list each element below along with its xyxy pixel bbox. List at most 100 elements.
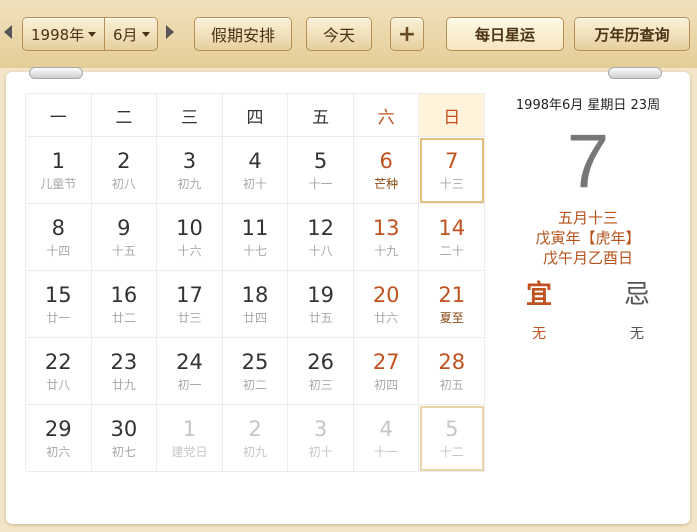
day-cell[interactable]: 3 初十: [288, 405, 354, 472]
day-cell[interactable]: 20 廿六: [353, 271, 420, 338]
day-cell[interactable]: 10 十六: [157, 204, 223, 271]
yi-label: 宜: [525, 280, 552, 310]
holiday-schedule-button[interactable]: 假期安排: [194, 17, 292, 51]
day-cell[interactable]: 23 廿九: [91, 338, 158, 405]
week-row: 1 儿童节 2 初八 3 初九 4 初十 5 十一 6 芒种 7 十三: [26, 137, 486, 204]
next-month-arrow-icon[interactable]: [166, 25, 174, 39]
lunar-day-label: 夏至: [439, 311, 464, 325]
day-cell[interactable]: 26 初三: [288, 338, 354, 405]
day-cell[interactable]: 12 十八: [288, 204, 354, 271]
lunar-day-label: 廿一: [46, 311, 71, 325]
big-day-number: 7: [566, 119, 610, 204]
day-cell[interactable]: 5 十一: [288, 137, 354, 204]
day-cell[interactable]: 4 初十: [222, 137, 289, 204]
ji-label: 忌: [623, 280, 650, 310]
ji-value: 无: [630, 326, 644, 342]
lunar-day-label: 十一: [374, 445, 399, 459]
day-number: 4: [379, 417, 393, 441]
day-number: 3: [182, 149, 197, 173]
day-number: 20: [372, 283, 400, 307]
plus-icon[interactable]: +: [390, 17, 424, 51]
tab-daily-horoscope[interactable]: 每日星运: [446, 17, 564, 51]
day-number: 13: [372, 216, 400, 240]
year-dropdown[interactable]: 1998年: [23, 18, 105, 50]
lunar-day-label: 初九: [243, 445, 268, 459]
day-cell[interactable]: 1 儿童节: [26, 137, 92, 204]
lunar-day-label: 初七: [111, 445, 136, 459]
today-button[interactable]: 今天: [306, 17, 372, 51]
day-number: 22: [44, 350, 72, 374]
prev-month-arrow-icon[interactable]: [4, 25, 12, 39]
lunar-day-label: 廿三: [177, 311, 202, 325]
day-number: 1: [51, 149, 65, 173]
day-number: 23: [110, 350, 138, 374]
lunar-day-label: 十一: [308, 177, 333, 191]
day-number: 21: [438, 283, 466, 307]
weekday-header-cell: 二: [91, 94, 158, 137]
day-info-panel: 1998年6月 星期日 23周 7 五月十三 戊寅年【虎年】 戊午月乙酉日 宜 …: [490, 96, 686, 343]
lunar-day-label: 建党日: [171, 445, 208, 459]
day-cell[interactable]: 19 廿五: [288, 271, 354, 338]
lunar-day-label: 十三: [439, 177, 464, 191]
day-number: 8: [51, 216, 65, 240]
tab-almanac-search[interactable]: 万年历查询: [574, 17, 690, 51]
year-month-selector: 1998年 6月: [22, 17, 158, 51]
lunar-day-label: 初二: [243, 378, 268, 392]
lunar-day-label: 二十: [439, 244, 464, 258]
day-cell[interactable]: 27 初四: [353, 338, 420, 405]
day-cell[interactable]: 11 十七: [222, 204, 289, 271]
day-number: 11: [241, 216, 269, 240]
day-cell[interactable]: 21 夏至: [419, 271, 486, 338]
toolbar: 1998年 6月 假期安排 今天 + 每日星运 万年历查询: [0, 0, 697, 68]
day-cell[interactable]: 13 十九: [353, 204, 420, 271]
day-number: 1: [182, 417, 197, 441]
day-number: 7: [445, 149, 459, 173]
day-number: 9: [117, 216, 131, 240]
day-cell[interactable]: 16 廿二: [91, 271, 158, 338]
month-value: 6月: [113, 25, 138, 44]
day-cell[interactable]: 7 十三: [419, 137, 486, 204]
day-number: 2: [117, 149, 131, 173]
day-number: 6: [379, 149, 393, 173]
chevron-down-icon: [88, 31, 97, 37]
day-cell[interactable]: 3 初九: [157, 137, 223, 204]
day-cell[interactable]: 30 初七: [91, 405, 158, 472]
lunar-date: 五月十三: [557, 209, 618, 227]
lunar-day-label: 廿六: [374, 311, 399, 325]
yi-ji-values: 无 无: [490, 323, 686, 343]
day-cell[interactable]: 24 初一: [157, 338, 223, 405]
day-cell[interactable]: 15 廿一: [26, 271, 92, 338]
day-cell[interactable]: 5 十二: [419, 405, 486, 472]
day-number: 30: [110, 417, 138, 441]
calendar-grid: 一二三四五六日 1 儿童节 2 初八 3 初九 4 初十 5 十一 6 芒种 7 十三 8 十四 9 十五 10 十六…: [25, 93, 486, 472]
day-cell[interactable]: 2 初九: [222, 405, 289, 472]
day-cell[interactable]: 28 初五: [419, 338, 486, 405]
day-cell[interactable]: 2 初八: [91, 137, 158, 204]
day-cell[interactable]: 22 廿八: [26, 338, 92, 405]
day-number: 16: [110, 283, 138, 307]
day-cell[interactable]: 1 建党日: [157, 405, 223, 472]
day-number: 26: [307, 350, 334, 374]
day-cell[interactable]: 29 初六: [26, 405, 92, 472]
paper-clip-icon: [608, 67, 662, 79]
day-cell[interactable]: 18 廿四: [222, 271, 289, 338]
day-number: 18: [241, 283, 269, 307]
yi-value: 无: [532, 326, 546, 342]
calendar-weeks: 1 儿童节 2 初八 3 初九 4 初十 5 十一 6 芒种 7 十三 8 十四 9 十五 10 十六 11 十七 12 十八…: [26, 137, 486, 472]
month-dropdown[interactable]: 6月: [105, 18, 157, 50]
day-number: 17: [176, 283, 203, 307]
lunar-day-label: 初十: [243, 177, 268, 191]
day-cell[interactable]: 25 初二: [222, 338, 289, 405]
day-cell[interactable]: 9 十五: [91, 204, 158, 271]
day-cell[interactable]: 17 廿三: [157, 271, 223, 338]
day-cell[interactable]: 14 二十: [419, 204, 486, 271]
lunar-day-label: 儿童节: [40, 177, 77, 191]
week-row: 8 十四 9 十五 10 十六 11 十七 12 十八 13 十九 14 二十: [26, 204, 486, 271]
day-number: 29: [44, 417, 72, 441]
month-day-ganzhi: 戊午月乙酉日: [542, 249, 633, 267]
day-cell[interactable]: 8 十四: [26, 204, 92, 271]
lunar-day-label: 芒种: [374, 177, 399, 191]
lunar-day-label: 初十: [308, 445, 333, 459]
day-cell[interactable]: 6 芒种: [353, 137, 420, 204]
day-cell[interactable]: 4 十一: [353, 405, 420, 472]
